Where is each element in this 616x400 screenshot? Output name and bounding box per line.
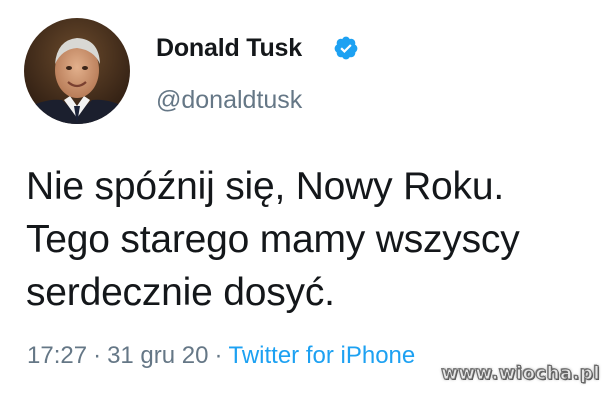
avatar[interactable] xyxy=(24,18,130,124)
tweet-source-link[interactable]: Twitter for iPhone xyxy=(228,342,415,369)
meta-separator: · xyxy=(93,342,102,369)
author-name[interactable]: Donald Tusk xyxy=(156,34,302,63)
tweet-text-line: serdecznie dosyć. xyxy=(26,271,335,314)
tweet-meta: 17:27 · 31 gru 20 · Twitter for iPhone xyxy=(27,342,415,370)
tweet-time[interactable]: 17:27 xyxy=(27,342,87,369)
watermark: www.wiocha.pl xyxy=(441,363,600,385)
author-handle[interactable]: @donaldtusk xyxy=(156,86,302,115)
tweet-date[interactable]: 31 gru 20 xyxy=(107,342,208,369)
tweet-text: Nie spóźnij się, Nowy Roku. Tego starego… xyxy=(26,160,520,319)
tweet-text-line: Tego starego mamy wszyscy xyxy=(26,218,520,261)
tweet-card: Donald Tusk @donaldtusk Nie spóźnij się,… xyxy=(0,0,616,400)
tweet-text-line: Nie spóźnij się, Nowy Roku. xyxy=(26,165,504,208)
verified-badge-icon xyxy=(334,36,358,60)
meta-separator: · xyxy=(214,342,223,369)
